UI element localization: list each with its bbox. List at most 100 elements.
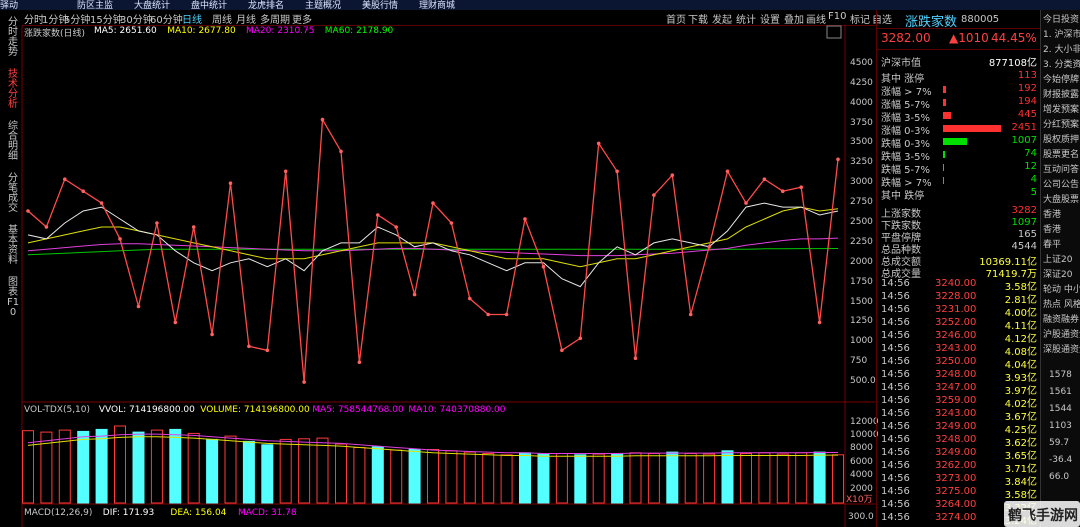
- side-item[interactable]: 互动问答: [1043, 162, 1079, 175]
- tick-price: 3243.00: [935, 408, 977, 419]
- side-item[interactable]: 1. 沪深市: [1043, 27, 1080, 40]
- side-item[interactable]: 今始停牌: [1043, 72, 1079, 85]
- distribution-value: 192: [1017, 83, 1037, 94]
- distribution-value: 5: [1030, 187, 1037, 198]
- main-series-point: [173, 320, 178, 325]
- volume-bar: [684, 453, 697, 504]
- panel-header: 涨跌家数 880005: [877, 10, 1041, 30]
- distribution-value: 194: [1017, 96, 1037, 107]
- main-series-point: [412, 292, 417, 297]
- side-item[interactable]: 增发预案: [1043, 102, 1079, 115]
- side-number: -36.4: [1049, 455, 1073, 465]
- main-series-point: [596, 141, 601, 146]
- volume-bar: [390, 449, 403, 504]
- volume-bar: [703, 453, 716, 504]
- price-change: ▲1010: [949, 31, 989, 45]
- side-item[interactable]: 春平: [1043, 237, 1061, 250]
- tick-price: 3248.00: [935, 434, 977, 445]
- kline-charts[interactable]: [0, 0, 876, 527]
- stat-label: 总成交额: [881, 257, 921, 268]
- tick-time: 14:56: [881, 486, 910, 497]
- distribution-label: 其中 涨停: [881, 74, 925, 85]
- side-item[interactable]: 公司公告: [1043, 177, 1079, 190]
- main-series-point: [707, 245, 711, 249]
- volume-bar: [408, 449, 421, 504]
- tick-price: 3262.00: [935, 460, 977, 471]
- volume-bar: [647, 453, 660, 504]
- watermark-text: 鹤飞手游网: [1008, 508, 1078, 524]
- distribution-value: 12: [1024, 161, 1037, 172]
- tick-time: 14:56: [881, 434, 910, 445]
- side-item[interactable]: 2. 大小非: [1043, 42, 1080, 55]
- main-series-point: [504, 312, 509, 317]
- tick-price: 3249.00: [935, 421, 977, 432]
- tick-time: 14:56: [881, 278, 910, 289]
- tick-time: 14:56: [881, 369, 910, 380]
- stat-label: 总成交量: [881, 269, 921, 280]
- price-pct: 44.45%: [991, 31, 1037, 45]
- side-item[interactable]: 深股通资金: [1043, 342, 1080, 355]
- side-panel: 今日投资 1. 沪深市 2. 大小非 3. 分类资 今始停牌财报披露增发预案分红预案股权…: [1040, 10, 1080, 527]
- side-number: 59.7: [1049, 438, 1070, 448]
- main-series-point: [431, 201, 435, 205]
- side-item[interactable]: 大盘股票: [1043, 192, 1079, 205]
- distribution-bar: [943, 164, 944, 171]
- main-series-point: [44, 225, 49, 229]
- tick-price: 3259.00: [935, 395, 977, 406]
- volume-bar: [592, 453, 605, 504]
- volume-bar: [832, 454, 844, 504]
- side-item[interactable]: 股权质押: [1043, 132, 1079, 145]
- side-item[interactable]: 分红预案: [1043, 117, 1079, 130]
- volume-bar: [242, 440, 255, 504]
- tick-price: 3252.00: [935, 317, 977, 328]
- side-item[interactable]: 股票更名: [1043, 147, 1079, 160]
- volume-bar: [206, 438, 219, 504]
- chart-frame: [21, 25, 875, 527]
- side-item[interactable]: 上证20: [1043, 252, 1072, 265]
- tick-price: 3250.00: [935, 356, 977, 367]
- distribution-value: 445: [1017, 109, 1037, 120]
- main-series-point: [320, 117, 325, 122]
- main-series-point: [210, 332, 214, 337]
- side-item[interactable]: 香港: [1043, 222, 1061, 235]
- side-item[interactable]: 轮动 中小: [1043, 282, 1080, 295]
- main-series-point: [247, 344, 251, 349]
- market-label: 沪深市值: [881, 58, 921, 69]
- volume-bar: [519, 452, 531, 504]
- volume-bar: [611, 453, 624, 504]
- volume-bar: [169, 428, 182, 504]
- main-series-point: [228, 181, 233, 185]
- side-item[interactable]: 深证20: [1043, 267, 1072, 280]
- main-series-point: [468, 296, 472, 301]
- volume-bar: [629, 452, 642, 504]
- side-item[interactable]: 财报披露: [1043, 87, 1079, 100]
- side-item[interactable]: 3. 分类资: [1043, 57, 1080, 70]
- tick-time: 14:56: [881, 408, 910, 419]
- tick-price: 3275.00: [935, 486, 977, 497]
- chart-corner-box[interactable]: [826, 25, 842, 39]
- side-number: 1561: [1049, 387, 1072, 397]
- distribution-label: 跌幅 0-3%: [881, 139, 931, 150]
- side-item[interactable]: 香港: [1043, 207, 1061, 220]
- side-item[interactable]: 沪股通资金: [1043, 327, 1080, 340]
- distribution-label: 跌幅 3-5%: [881, 152, 931, 163]
- tick-time: 14:56: [881, 421, 910, 432]
- side-number: 66.0: [1049, 472, 1070, 482]
- distribution-label: 涨幅 5-7%: [881, 100, 931, 111]
- volume-bar: [445, 450, 458, 504]
- main-series-point: [283, 169, 288, 174]
- main-series-point: [560, 348, 564, 353]
- side-item[interactable]: 融资融券: [1043, 312, 1079, 325]
- distribution-label: 其中 跌停: [881, 191, 925, 202]
- tick-price: 3240.00: [935, 278, 977, 289]
- volume-bar: [795, 452, 808, 504]
- side-item[interactable]: 今日投资: [1043, 12, 1079, 25]
- tick-price: 3248.00: [935, 369, 977, 380]
- tick-time: 14:56: [881, 304, 910, 315]
- distribution-value: 1007: [1011, 135, 1037, 146]
- main-series-point: [265, 348, 270, 353]
- volume-bar: [298, 438, 311, 504]
- volume-bar: [95, 428, 108, 504]
- price-value: 3282.00: [881, 31, 931, 45]
- side-item[interactable]: 热点 风格: [1043, 297, 1080, 310]
